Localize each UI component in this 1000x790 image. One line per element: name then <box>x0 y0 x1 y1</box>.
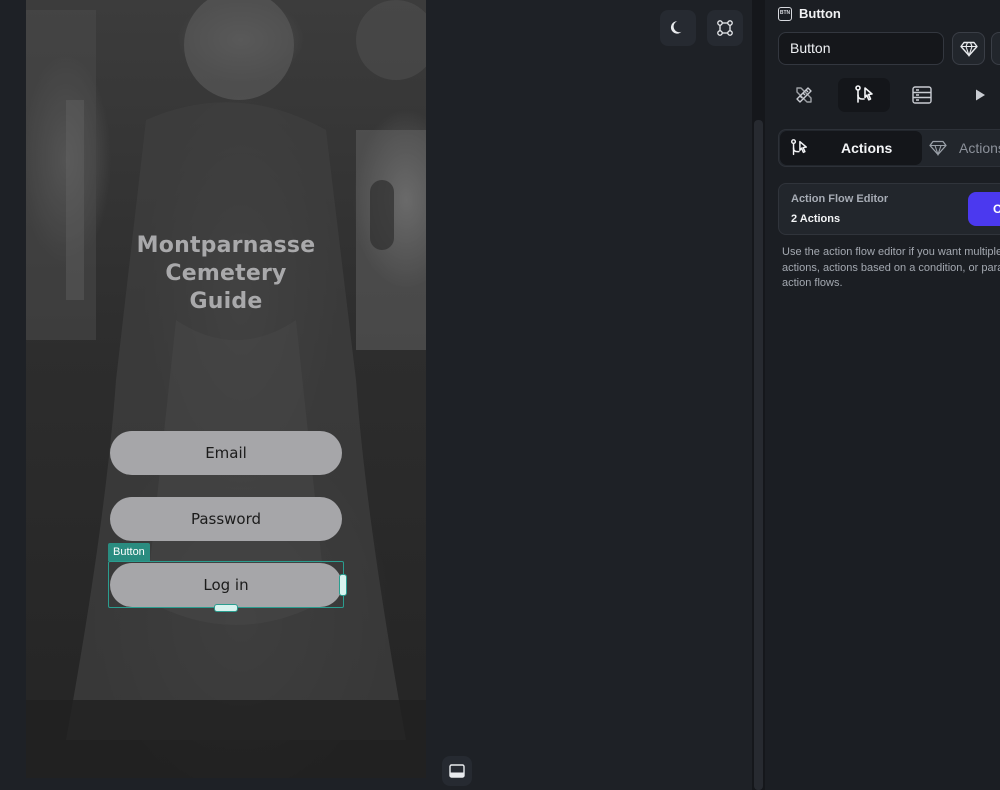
resize-handle-right[interactable] <box>339 574 347 596</box>
subtab-ai-actions[interactable]: Actions <box>929 131 1000 165</box>
panel-toggle-button[interactable] <box>442 756 472 786</box>
scrollbar[interactable] <box>754 120 763 790</box>
properties-panel: BTN Button Button Actions Action Action … <box>765 0 1000 790</box>
moon-icon <box>670 21 682 34</box>
selection-tool-button[interactable] <box>707 10 743 46</box>
action-flow-icon <box>855 85 873 103</box>
gem-button[interactable] <box>952 32 985 65</box>
design-canvas[interactable]: Montparnasse Cemetery Guide Email Passwo… <box>0 0 752 790</box>
action-flow-icon <box>791 139 807 156</box>
flow-action-count: 2 Actions <box>791 213 841 225</box>
actions-subtabs: Actions Actions <box>778 129 1000 167</box>
gem-icon <box>959 41 978 57</box>
server-icon <box>912 86 932 104</box>
tab-properties[interactable] <box>778 78 830 112</box>
widget-type-label: Button <box>799 6 841 21</box>
gem-icon <box>929 140 947 156</box>
flow-editor-help-text: Use the action flow editor if you want m… <box>782 246 1000 289</box>
flow-editor-title: Action Flow Editor <box>791 193 889 205</box>
tab-backend-query[interactable] <box>896 78 948 112</box>
selection-tag: Button <box>108 543 150 561</box>
dark-mode-toggle[interactable] <box>660 10 696 46</box>
widget-header: BTN Button <box>778 6 841 21</box>
widget-name-input[interactable]: Button <box>778 32 944 65</box>
more-button[interactable] <box>991 32 1000 65</box>
subtab-actions[interactable]: Actions <box>780 131 922 165</box>
button-widget-icon: BTN <box>778 6 792 21</box>
panel-icon <box>449 764 465 778</box>
app-title: Montparnasse Cemetery Guide <box>136 233 316 314</box>
email-field[interactable]: Email <box>110 431 342 475</box>
play-icon <box>976 89 985 101</box>
subtab-ai-label: Actions <box>959 140 1000 156</box>
tab-actions[interactable] <box>838 78 890 112</box>
password-field[interactable]: Password <box>110 497 342 541</box>
resize-handle-bottom[interactable] <box>214 604 238 612</box>
bounding-box-icon <box>717 20 733 36</box>
open-flow-editor-button[interactable]: Open <box>968 192 1000 226</box>
phone-preview[interactable]: Montparnasse Cemetery Guide Email Passwo… <box>26 0 426 778</box>
tab-preview[interactable] <box>954 78 1000 112</box>
background-image <box>26 0 426 778</box>
subtab-actions-label: Actions <box>841 140 893 156</box>
action-flow-card: Action Flow Editor 2 Actions Open <box>778 183 1000 235</box>
ruler-pencil-icon <box>796 87 812 103</box>
selection-outline <box>108 561 344 608</box>
panel-tabs <box>778 78 1000 114</box>
